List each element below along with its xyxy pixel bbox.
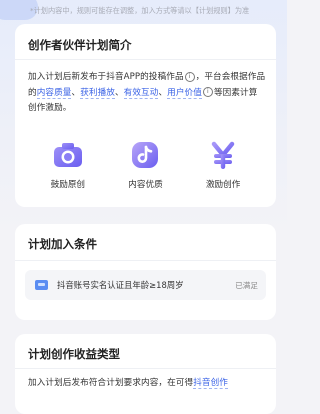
condition-text: 抖音账号实名认证且年龄≥18周岁	[57, 280, 184, 290]
conditions-card: 计划加入条件 抖音账号实名认证且年龄≥18周岁 已满足	[15, 224, 276, 320]
intro-title: 创作者伙伴计划简介	[28, 38, 132, 52]
feature-quality-content: 内容优质	[115, 138, 175, 190]
revenue-card: 计划创作收益类型 加入计划后发布符合计划要求内容，在可得抖音创作	[15, 334, 276, 414]
condition-status: 已满足	[235, 280, 258, 290]
conditions-title: 计划加入条件	[28, 237, 97, 251]
feature-encourage-original: 鼓励原创	[38, 138, 98, 190]
tag-user-value[interactable]: 用户价值	[167, 87, 202, 99]
yen-icon	[206, 138, 240, 172]
feature-row: 鼓励原创 内容优质 激励创作	[15, 138, 276, 190]
divider	[15, 368, 276, 369]
intro-description: 加入计划后新发布于抖音APP的投稿作品 i ，平台会根据作品的内容质量、获利播放、有…	[28, 71, 266, 114]
info-icon[interactable]: i	[202, 87, 213, 98]
tag-content-quality[interactable]: 内容质量	[36, 87, 72, 99]
feature-reward-creation: 激励创作	[193, 138, 253, 190]
condition-item: 抖音账号实名认证且年龄≥18周岁 已满足	[25, 270, 266, 300]
tag-profit-play[interactable]: 获利播放	[80, 87, 115, 99]
rules-notice: *计划内容中，规则可能存在调整，加入方式等请以【计划规则】为准	[30, 6, 250, 15]
revenue-description: 加入计划后发布符合计划要求内容，在可得抖音创作	[28, 378, 228, 389]
revenue-link[interactable]: 抖音创作	[193, 378, 228, 389]
tiktok-icon	[128, 138, 162, 172]
info-icon[interactable]: i	[184, 71, 195, 82]
tag-effective-interaction[interactable]: 有效互动	[123, 87, 159, 99]
revenue-title: 计划创作收益类型	[28, 347, 120, 361]
divider	[15, 260, 276, 261]
id-card-icon	[35, 280, 48, 290]
camera-icon	[51, 138, 85, 172]
divider	[15, 59, 276, 60]
intro-card: 创作者伙伴计划简介 加入计划后新发布于抖音APP的投稿作品 i ，平台会根据作品的内…	[15, 24, 276, 207]
